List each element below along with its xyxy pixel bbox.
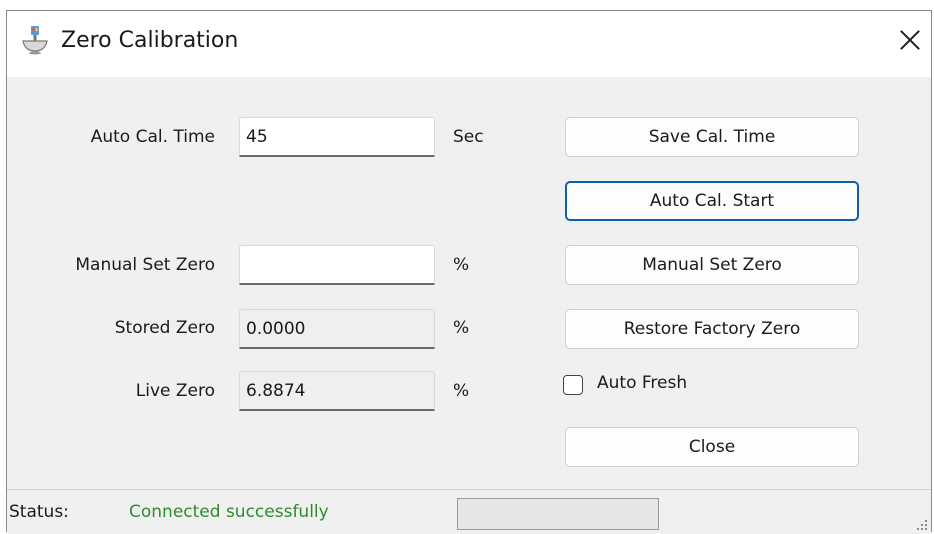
- status-label: Status:: [9, 502, 69, 522]
- manual-set-zero-label: Manual Set Zero: [75, 255, 215, 275]
- stored-zero-field: [239, 309, 435, 349]
- zero-calibration-window: Zero Calibration Auto Cal. Time Sec Save…: [6, 10, 932, 534]
- restore-factory-zero-button[interactable]: Restore Factory Zero: [565, 309, 859, 349]
- auto-fresh-label[interactable]: Auto Fresh: [597, 373, 687, 393]
- close-icon[interactable]: [895, 25, 925, 55]
- auto-cal-time-unit: Sec: [453, 127, 484, 147]
- close-button[interactable]: Close: [565, 427, 859, 467]
- stored-zero-label: Stored Zero: [114, 318, 215, 338]
- window-title: Zero Calibration: [61, 28, 239, 53]
- resize-grip-icon[interactable]: [915, 518, 927, 530]
- auto-fresh-checkbox[interactable]: [563, 375, 583, 395]
- auto-cal-time-input[interactable]: [239, 117, 435, 157]
- manual-set-zero-button[interactable]: Manual Set Zero: [565, 245, 859, 285]
- auto-cal-time-label: Auto Cal. Time: [90, 127, 215, 147]
- auto-cal-start-button[interactable]: Auto Cal. Start: [565, 181, 859, 221]
- status-value: Connected successfully: [129, 502, 329, 522]
- stored-zero-unit: %: [453, 318, 470, 338]
- save-cal-time-button[interactable]: Save Cal. Time: [565, 117, 859, 157]
- title-bar: Zero Calibration: [7, 11, 931, 77]
- live-zero-unit: %: [453, 381, 470, 401]
- manual-set-zero-input[interactable]: [239, 245, 435, 285]
- manual-set-zero-unit: %: [453, 255, 470, 275]
- calibration-icon: [22, 26, 48, 55]
- status-bar: Status: Connected successfully: [7, 489, 931, 534]
- progress-bar: [457, 498, 659, 530]
- live-zero-label: Live Zero: [135, 381, 215, 401]
- live-zero-field: [239, 371, 435, 411]
